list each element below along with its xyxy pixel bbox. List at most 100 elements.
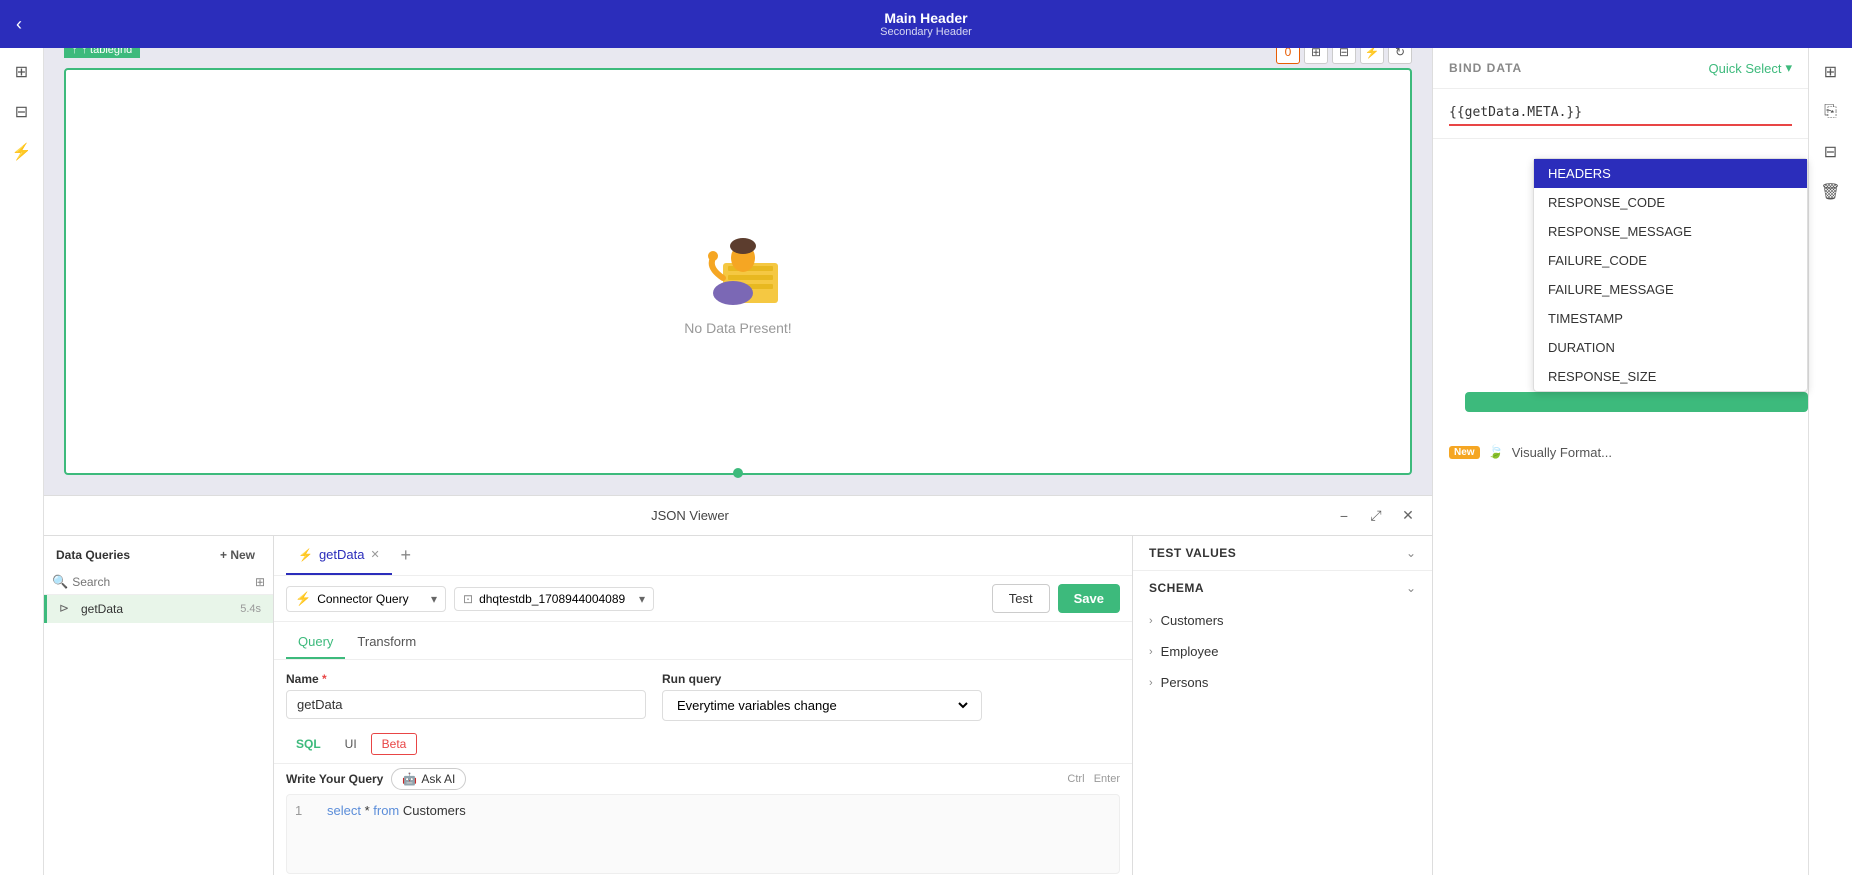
tab-close-icon[interactable]: ✕ (371, 548, 380, 561)
dropdown-item-response-size[interactable]: RESPONSE_SIZE (1534, 362, 1807, 391)
toolbar-btn-filter[interactable]: ⊞ (1304, 48, 1328, 64)
layers-icon[interactable]: ⊟ (1815, 136, 1847, 168)
connector-label: Connector Query (317, 592, 408, 606)
subtab-transform[interactable]: Transform (345, 630, 428, 659)
query-item-time: 5.4s (240, 603, 261, 615)
visually-format-row[interactable]: New 🍃 Visually Format... (1433, 436, 1808, 468)
schema-item-chevron-3: › (1149, 677, 1153, 689)
filter-icon[interactable]: ⊞ (255, 575, 265, 589)
no-data-illustration (678, 208, 798, 308)
ai-icon: 🤖 (402, 772, 417, 786)
bind-input-area (1433, 89, 1808, 139)
tablegrid-toolbar: 0 ⊞ ⊟ ⚡ ↻ (1276, 48, 1412, 64)
schema-item-persons[interactable]: › Persons (1133, 667, 1432, 698)
connector-icon: ⚡ (295, 591, 311, 607)
sql-select-keyword: select (327, 803, 361, 818)
canvas-area: ↑ ↑ tablegrid 0 ⊞ ⊟ ⚡ ↻ (44, 48, 1432, 535)
tab-getData[interactable]: ⚡ getData ✕ (286, 536, 392, 575)
bind-dropdown: HEADERS RESPONSE_CODE RESPONSE_MESSAGE F… (1533, 158, 1808, 392)
schema-item-chevron-2: › (1149, 646, 1153, 658)
tablegrid-widget[interactable]: ↑ ↑ tablegrid 0 ⊞ ⊟ ⚡ ↻ (64, 68, 1412, 475)
tablegrid-label: ↑ ↑ tablegrid (64, 48, 140, 58)
query-subtabs: Query Transform (274, 622, 1132, 660)
bind-data-title: BIND DATA (1449, 61, 1522, 75)
ds-icon: ⊡ (463, 592, 473, 606)
name-input[interactable] (286, 690, 646, 719)
top-header: ‹ Main Header Secondary Header (0, 0, 1852, 48)
code-line-1: 1 select * from Customers (295, 803, 1111, 818)
dropdown-item-failure-message[interactable]: FAILURE_MESSAGE (1534, 275, 1807, 304)
dropdown-item-response-message[interactable]: RESPONSE_MESSAGE (1534, 217, 1807, 246)
main-header-title: Main Header (880, 10, 972, 26)
code-editor[interactable]: 1 select * from Customers (286, 794, 1120, 874)
name-label: Name * (286, 672, 646, 686)
connector-type-select[interactable]: ⚡ Connector Query ▾ (286, 586, 446, 612)
save-button[interactable]: Save (1058, 584, 1120, 613)
ask-ai-button[interactable]: 🤖 Ask AI (391, 768, 466, 790)
dropdown-item-headers[interactable]: HEADERS (1534, 159, 1807, 188)
new-query-button[interactable]: + New (214, 546, 261, 564)
secondary-header-title: Secondary Header (880, 26, 972, 38)
pages-icon[interactable]: ⊞ (1815, 56, 1847, 88)
json-viewer-close[interactable]: ✕ (1396, 504, 1420, 528)
dropdown-item-failure-code[interactable]: FAILURE_CODE (1534, 246, 1807, 275)
dropdown-item-response-code[interactable]: RESPONSE_CODE (1534, 188, 1807, 217)
quick-select-button[interactable]: Quick Select ▾ (1708, 60, 1792, 76)
right-filler (1432, 468, 1808, 875)
query-actions: Test Save (992, 584, 1120, 613)
test-button[interactable]: Test (992, 584, 1050, 613)
query-type-row: ⚡ Connector Query ▾ ⊡ dhqtestdb_17089440… (274, 576, 1132, 622)
new-query-label: + New (220, 548, 255, 562)
run-query-select[interactable]: Everytime variables change On page load … (662, 690, 982, 721)
name-group: Name * (286, 672, 646, 719)
sql-tab-ui[interactable]: UI (335, 734, 367, 754)
toolbar-btn-refresh[interactable]: ↻ (1388, 48, 1412, 64)
resize-handle[interactable] (733, 468, 743, 478)
sql-from-keyword: from (373, 803, 399, 818)
schema-item-employee[interactable]: › Employee (1133, 636, 1432, 667)
add-tab-button[interactable]: + (392, 542, 420, 570)
connector-chevron: ▾ (431, 592, 437, 606)
apply-button[interactable] (1465, 392, 1808, 412)
query-tabs-bar: ⚡ getData ✕ + (274, 536, 1132, 576)
name-required: * (322, 672, 327, 686)
toolbar-btn-lightning[interactable]: ⚡ (1360, 48, 1384, 64)
run-query-dropdown[interactable]: Everytime variables change On page load … (673, 697, 971, 714)
bind-data-input[interactable] (1449, 101, 1792, 126)
dropdown-item-timestamp[interactable]: TIMESTAMP (1534, 304, 1807, 333)
schema-header[interactable]: SCHEMA ⌄ (1133, 571, 1432, 605)
dropdown-item-duration[interactable]: DURATION (1534, 333, 1807, 362)
search-input[interactable] (72, 575, 251, 589)
query-item-getData[interactable]: ⊳ getData 5.4s (44, 595, 273, 623)
subtab-query[interactable]: Query (286, 630, 345, 659)
write-query-header: Write Your Query 🤖 Ask AI Ctrl Enter (274, 763, 1132, 794)
json-viewer-minimize[interactable]: − (1332, 504, 1356, 528)
sidebar-icon-lightning[interactable]: ⚡ (6, 136, 38, 168)
ctrl-enter-hint: Ctrl Enter (1067, 773, 1120, 785)
json-viewer-expand[interactable]: ⤢ (1364, 504, 1388, 528)
toolbar-btn-db[interactable]: ⊟ (1332, 48, 1356, 64)
tablegrid-icon: ↑ (72, 48, 78, 56)
toolbar-btn-count[interactable]: 0 (1276, 48, 1300, 64)
main-layout: ⊞ ⊟ ⚡ ↑ ↑ tablegrid 0 ⊞ ⊟ ⚡ (0, 48, 1852, 875)
sidebar-icon-db[interactable]: ⊟ (6, 96, 38, 128)
schema-item-chevron: › (1149, 615, 1153, 627)
bind-data-header: BIND DATA Quick Select ▾ (1433, 48, 1808, 89)
back-button[interactable]: ‹ (16, 14, 22, 35)
datasource-select[interactable]: ⊡ dhqtestdb_1708944004089 ▾ (454, 587, 654, 611)
data-queries-header: Data Queries + New (44, 536, 273, 570)
delete-icon[interactable]: 🗑 (1815, 176, 1847, 208)
sidebar-icon-grid[interactable]: ⊞ (6, 56, 38, 88)
query-editor-panel: ⚡ getData ✕ + ⚡ Connector Query ▾ ⊡ (274, 536, 1132, 875)
json-viewer-title: JSON Viewer (56, 508, 1324, 523)
test-values-header[interactable]: TEST VALUES ⌄ (1133, 536, 1432, 570)
schema-item-name-3: Persons (1161, 675, 1209, 690)
name-run-row: Name * Run query Everytime variables cha… (274, 660, 1132, 733)
sql-tab-beta[interactable]: Beta (371, 733, 418, 755)
canvas-widget-area: ↑ ↑ tablegrid 0 ⊞ ⊟ ⚡ ↻ (44, 48, 1432, 495)
run-query-group: Run query Everytime variables change On … (662, 672, 982, 721)
schema-item-customers[interactable]: › Customers (1133, 605, 1432, 636)
copy-icon[interactable]: ⎘ (1815, 96, 1847, 128)
sql-tabs: SQL UI Beta (274, 733, 1132, 763)
sql-tab-sql[interactable]: SQL (286, 734, 331, 754)
